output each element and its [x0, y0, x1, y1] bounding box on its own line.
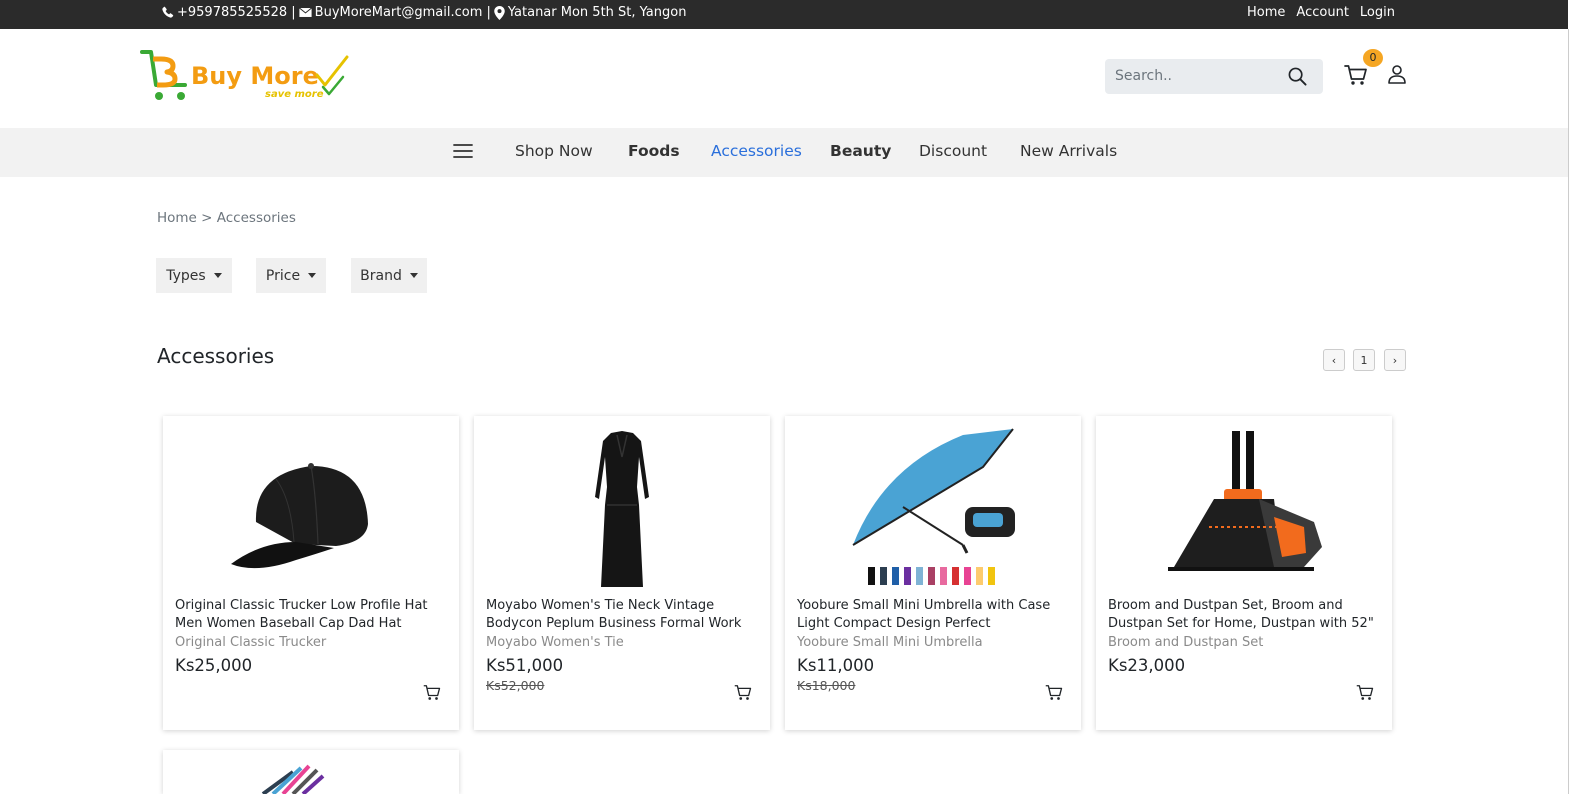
product-image-umbrella[interactable] [785, 424, 1081, 594]
product-image-broom[interactable] [1096, 424, 1392, 594]
contact-info: +959785525528 | BuyMoreMart@gmail.com | … [161, 5, 686, 20]
logo-tagline: save more [265, 89, 324, 100]
page-number-button[interactable]: 1 [1353, 349, 1375, 371]
product-subtitle: Moyabo Women's Tie [486, 635, 624, 650]
product-name[interactable]: Original Classic Trucker Low Profile Hat… [175, 597, 451, 633]
product-price: Ks23,000 [1108, 656, 1186, 675]
product-card[interactable]: Original Classic Trucker Low Profile Hat… [163, 416, 459, 730]
nav-item-new-arrivals[interactable]: New Arrivals [1020, 142, 1117, 160]
product-price: Ks25,000 [175, 656, 253, 675]
page-scrollbar[interactable] [1568, 0, 1586, 794]
product-image-cap[interactable] [163, 424, 459, 594]
nav-item-shop-now[interactable]: Shop Now [515, 142, 593, 160]
product-image-partial[interactable] [163, 750, 459, 794]
product-name[interactable]: Broom and Dustpan Set, Broom and Dustpan… [1108, 597, 1384, 633]
product-card[interactable]: Moyabo Women's Tie Neck Vintage Bodycon … [474, 416, 770, 730]
top-link-home[interactable]: Home [1247, 5, 1285, 20]
product-old-price: Ks52,000 [486, 678, 545, 693]
location-pin-icon [494, 5, 505, 20]
product-image-dress[interactable] [474, 424, 770, 594]
nav-item-foods[interactable]: Foods [628, 142, 680, 160]
add-to-cart-icon[interactable] [1356, 684, 1374, 701]
search-placeholder: Search.. [1115, 68, 1172, 84]
main-nav: Shop Now Foods Accessories Beauty Discou… [0, 128, 1568, 177]
user-icon[interactable] [1387, 64, 1407, 84]
top-links: Home Account Login [1247, 5, 1395, 20]
caret-down-icon [409, 273, 418, 278]
product-subtitle: Original Classic Trucker [175, 635, 327, 650]
product-old-price: Ks18,000 [797, 678, 856, 693]
nav-item-discount[interactable]: Discount [919, 142, 987, 160]
add-to-cart-icon[interactable] [1045, 684, 1063, 701]
product-name[interactable]: Yoobure Small Mini Umbrella with Case Li… [797, 597, 1073, 633]
phone-text: +959785525528 | [177, 5, 296, 20]
logo-text: Buy More [191, 62, 319, 90]
product-price: Ks51,000 [486, 656, 564, 675]
search-box[interactable]: Search.. [1105, 59, 1323, 94]
breadcrumb[interactable]: Home > Accessories [157, 210, 296, 226]
filter-types-label: Types [166, 267, 206, 284]
search-icon[interactable] [1288, 67, 1307, 86]
filter-price-dropdown[interactable]: Price [256, 258, 326, 293]
nav-item-accessories[interactable]: Accessories [711, 142, 802, 160]
cart-count-badge: 0 [1363, 49, 1383, 67]
product-card[interactable] [163, 750, 459, 794]
add-to-cart-icon[interactable] [423, 684, 441, 701]
umbrella-color-row [868, 566, 995, 585]
mail-icon [298, 7, 312, 17]
hamburger-menu-icon[interactable] [453, 142, 473, 160]
product-name[interactable]: Moyabo Women's Tie Neck Vintage Bodycon … [486, 597, 762, 633]
phone-icon [162, 6, 174, 18]
caret-down-icon [213, 273, 222, 278]
section-title: Accessories [157, 344, 275, 368]
buymore-logo[interactable]: Buy More save more [139, 47, 351, 107]
filter-brand-dropdown[interactable]: Brand [351, 258, 427, 293]
add-to-cart-icon[interactable] [734, 684, 752, 701]
filter-price-label: Price [265, 267, 301, 284]
top-bar: +959785525528 | BuyMoreMart@gmail.com | … [0, 0, 1568, 29]
next-page-button[interactable]: › [1384, 349, 1406, 371]
product-card[interactable]: Yoobure Small Mini Umbrella with Case Li… [785, 416, 1081, 730]
site-header: Buy More save more Search.. 0 [0, 29, 1568, 128]
top-link-login[interactable]: Login [1360, 5, 1395, 20]
prev-page-button[interactable]: ‹ [1323, 349, 1345, 371]
address-text: Yatanar Mon 5th St, Yangon [507, 5, 687, 20]
top-link-account[interactable]: Account [1296, 5, 1349, 20]
filter-brand-label: Brand [360, 267, 402, 284]
product-subtitle: Broom and Dustpan Set [1108, 635, 1264, 650]
nav-item-beauty[interactable]: Beauty [830, 142, 891, 160]
product-price: Ks11,000 [797, 656, 875, 675]
email-text: BuyMoreMart@gmail.com | [314, 5, 491, 20]
filter-types-dropdown[interactable]: Types [156, 258, 232, 293]
caret-down-icon [308, 273, 317, 278]
cart-icon[interactable] [1344, 64, 1368, 86]
product-card[interactable]: Broom and Dustpan Set, Broom and Dustpan… [1096, 416, 1392, 730]
product-subtitle: Yoobure Small Mini Umbrella [797, 635, 983, 650]
